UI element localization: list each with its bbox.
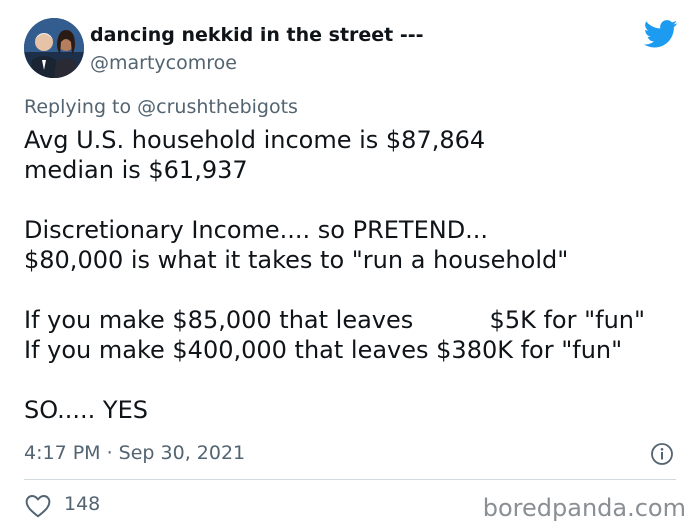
- avatar[interactable]: [24, 18, 84, 78]
- watermark: boredpanda.com: [482, 494, 686, 522]
- tweet-line: $80,000 is what it takes to "run a house…: [24, 246, 569, 274]
- heart-icon[interactable]: [25, 494, 51, 518]
- tweet-line: If you make $400,000 that leaves $380K f…: [24, 336, 623, 364]
- reply-prefix: Replying to: [24, 96, 138, 118]
- twitter-bird-icon[interactable]: [644, 20, 678, 48]
- tweet-line: If you make $85,000 that leaves $5K for …: [24, 306, 646, 334]
- tweet-card: dancing nekkid in the street --- @martyc…: [0, 0, 700, 532]
- reply-mention-link[interactable]: @crushthebigots: [137, 96, 298, 118]
- tweet-line: [24, 275, 684, 305]
- tweet-line: Discretionary Income.... so PRETEND...: [24, 216, 489, 244]
- profile-photo-icon: [24, 18, 84, 78]
- divider: [24, 479, 676, 480]
- tweet-line: median is $61,937: [24, 156, 248, 184]
- tweet-line: SO..... YES: [24, 396, 148, 424]
- like-count[interactable]: 148: [64, 493, 100, 515]
- user-handle[interactable]: @martycomroe: [90, 52, 237, 74]
- tweet-line: [24, 185, 684, 215]
- display-name[interactable]: dancing nekkid in the street ---: [90, 24, 424, 46]
- tweet-line: Avg U.S. household income is $87,864: [24, 126, 486, 154]
- tweet-text: Avg U.S. household income is $87,864 med…: [24, 125, 684, 425]
- tweet-timestamp[interactable]: 4:17 PM · Sep 30, 2021: [24, 442, 245, 464]
- reply-context: Replying to @crushthebigots: [24, 96, 298, 118]
- info-icon[interactable]: [650, 442, 674, 466]
- tweet-line: [24, 365, 684, 395]
